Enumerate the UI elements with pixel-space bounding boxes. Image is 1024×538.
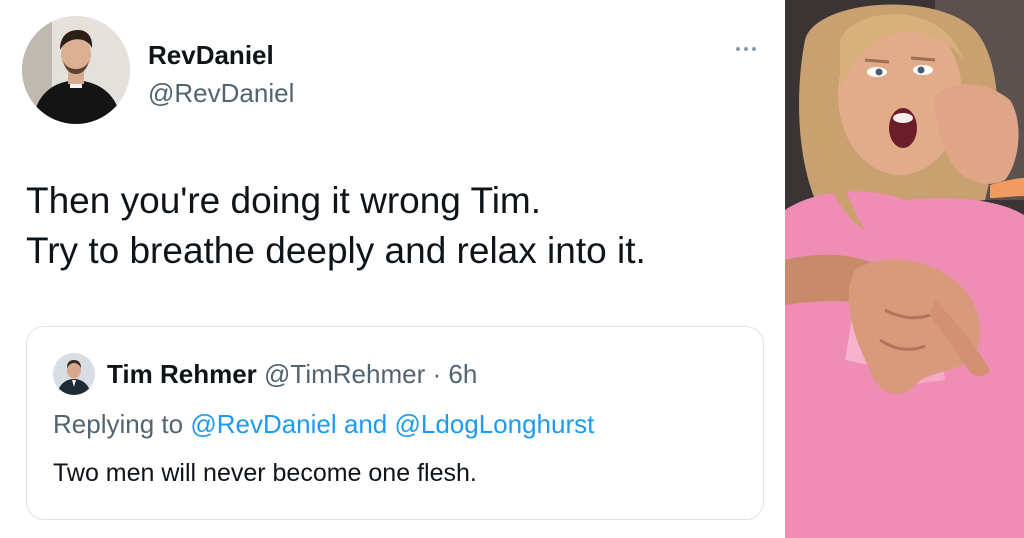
shocked-woman-pointing-photo-icon [785, 0, 1024, 538]
replying-to-line: Replying to @RevDaniel and @LdogLonghurs… [53, 409, 594, 440]
tweet-text-line: Try to breathe deeply and relax into it. [26, 230, 646, 271]
quoted-tweet-time[interactable]: 6h [448, 359, 477, 389]
reaction-image [785, 0, 1024, 538]
author-display-name[interactable]: RevDaniel [148, 40, 274, 71]
quoted-author-name[interactable]: Tim Rehmer [107, 359, 257, 389]
ellipsis-icon-dot [744, 47, 748, 51]
replying-to-label: Replying to [53, 409, 191, 439]
tweet-panel: RevDaniel @RevDaniel Then you're doing i… [0, 0, 785, 538]
conjunction-text: and [336, 409, 395, 439]
tweet-text: Then you're doing it wrong Tim. Try to b… [26, 176, 766, 276]
quoted-tweet-text: Two men will never become one flesh. [53, 459, 477, 487]
dot-separator: · [425, 359, 449, 389]
profile-photo-icon [53, 353, 95, 395]
author-handle[interactable]: @RevDaniel [148, 78, 294, 109]
quoted-tweet-header: Tim Rehmer @TimRehmer · 6h [107, 359, 477, 390]
quoted-author-handle[interactable]: @TimRehmer [264, 359, 425, 389]
ellipsis-icon-dot [736, 47, 740, 51]
tweet-text-line: Then you're doing it wrong Tim. [26, 180, 542, 221]
quoted-author-avatar[interactable] [53, 353, 95, 395]
profile-photo-icon [22, 16, 130, 124]
author-avatar[interactable] [22, 16, 130, 124]
quoted-tweet-card[interactable]: Tim Rehmer @TimRehmer · 6h Replying to @… [26, 326, 764, 520]
mention-link[interactable]: @RevDaniel [190, 409, 336, 439]
mention-link[interactable]: @LdogLonghurst [394, 409, 594, 439]
ellipsis-icon-dot [752, 47, 756, 51]
more-options-button[interactable] [726, 36, 766, 62]
